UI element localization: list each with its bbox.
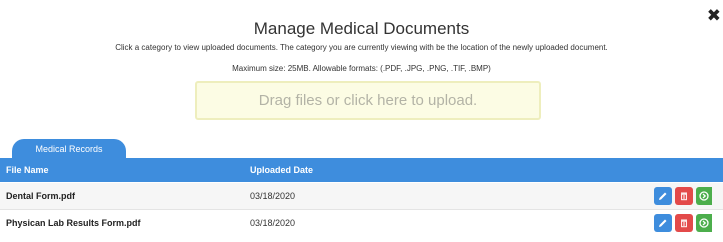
uploaded-date: 03/18/2020 xyxy=(250,191,296,201)
upload-dropzone[interactable]: Drag files or click here to upload. xyxy=(195,81,541,120)
row-actions xyxy=(654,187,712,205)
edit-button[interactable] xyxy=(654,214,672,232)
table-row: Physican Lab Results Form.pdf 03/18/2020 xyxy=(0,209,723,236)
dropzone-label: Drag files or click here to upload. xyxy=(258,92,478,109)
arrow-circle-icon xyxy=(699,191,709,201)
edit-button[interactable] xyxy=(654,187,672,205)
view-button[interactable] xyxy=(696,214,712,232)
tab-label: Medical Records xyxy=(35,144,103,154)
trash-icon xyxy=(681,219,687,228)
row-actions xyxy=(654,214,712,232)
column-header-uploaded-date: Uploaded Date xyxy=(250,165,314,175)
pencil-icon xyxy=(659,219,667,227)
tab-medical-records[interactable]: Medical Records xyxy=(12,139,126,159)
delete-button[interactable] xyxy=(675,214,693,232)
pencil-icon xyxy=(659,192,667,200)
close-icon[interactable]: ✖ xyxy=(707,6,721,26)
table-row: Dental Form.pdf 03/18/2020 xyxy=(0,183,723,209)
column-header-file-name: File Name xyxy=(6,165,49,175)
file-name-link[interactable]: Physican Lab Results Form.pdf xyxy=(6,218,141,228)
table-header: File Name Uploaded Date xyxy=(0,158,723,182)
allowed-formats-text: Maximum size: 25MB. Allowable formats: (… xyxy=(232,64,491,73)
delete-button[interactable] xyxy=(675,187,693,205)
view-button[interactable] xyxy=(696,187,712,205)
modal-title: Manage Medical Documents xyxy=(253,19,470,38)
arrow-circle-icon xyxy=(699,218,709,228)
file-name-link[interactable]: Dental Form.pdf xyxy=(6,191,75,201)
modal-description: Click a category to view uploaded docume… xyxy=(115,43,608,52)
trash-icon xyxy=(681,192,687,201)
uploaded-date: 03/18/2020 xyxy=(250,218,296,228)
